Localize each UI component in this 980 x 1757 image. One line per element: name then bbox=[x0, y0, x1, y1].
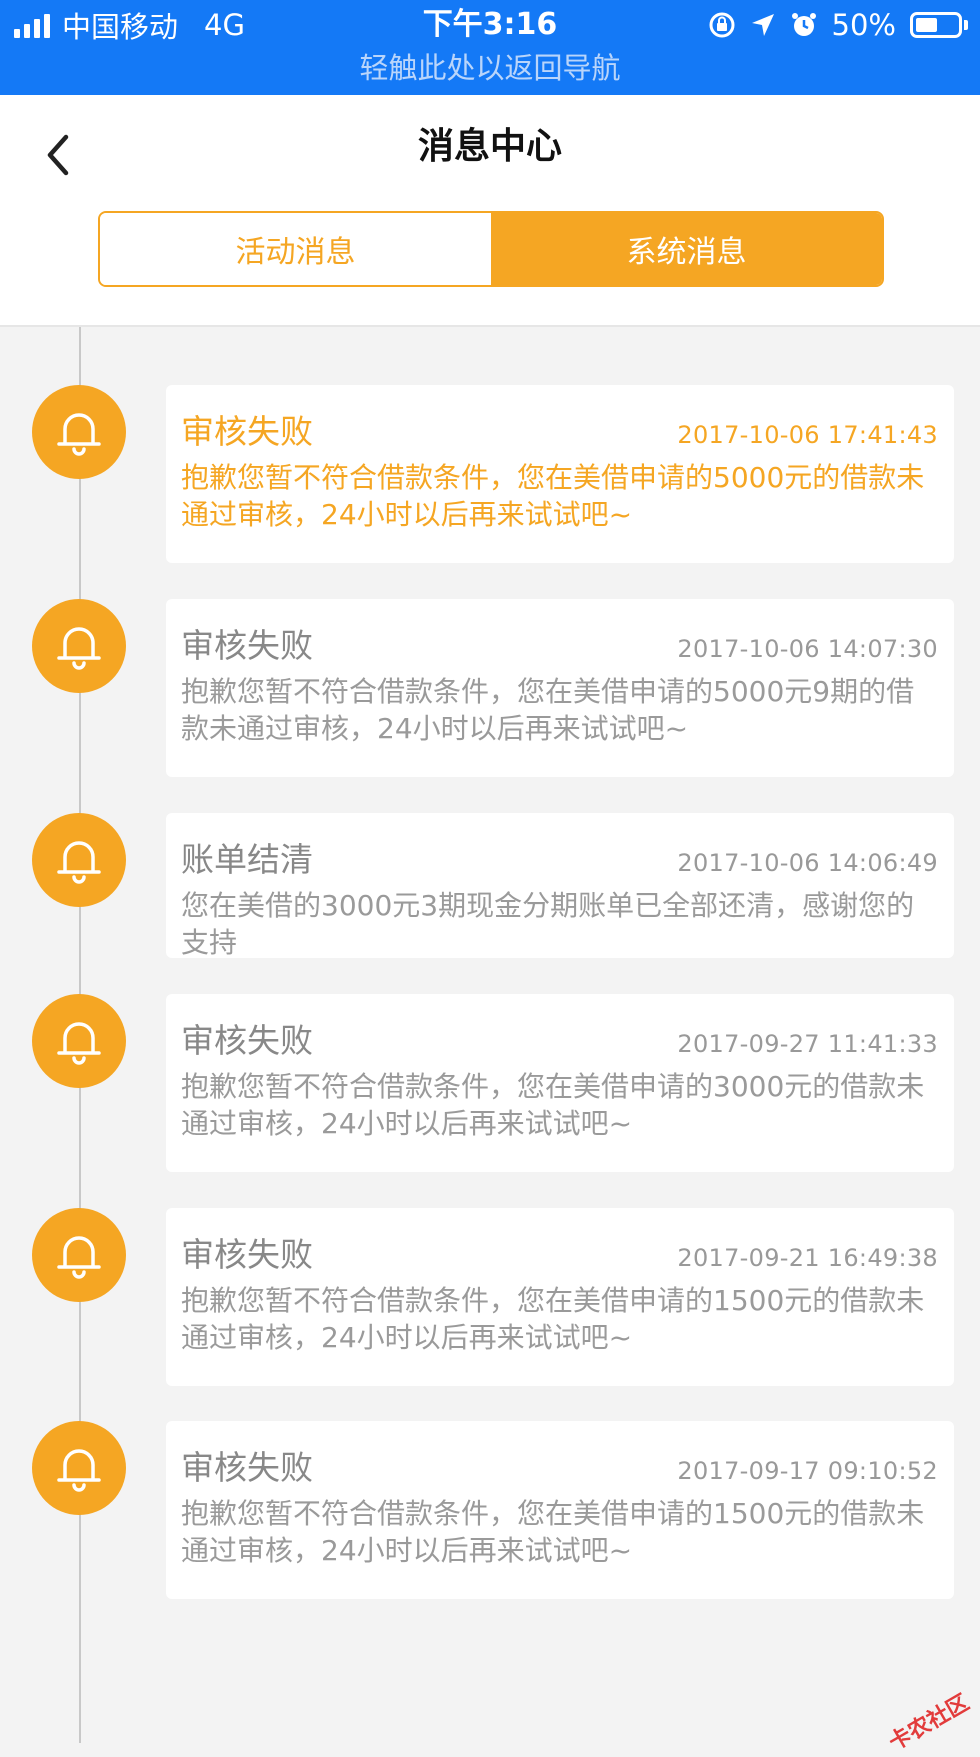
message-title: 审核失败 bbox=[181, 1448, 313, 1487]
battery-icon bbox=[910, 12, 962, 38]
alarm-icon bbox=[791, 13, 816, 36]
message-card[interactable]: 审核失败 2017-10-06 17:41:43 抱歉您暂不符合借款条件，您在美… bbox=[166, 385, 954, 563]
bell-icon bbox=[32, 994, 126, 1088]
status-right: 50% bbox=[708, 6, 968, 44]
page-title: 消息中心 bbox=[417, 126, 562, 167]
bell-icon bbox=[32, 1208, 126, 1302]
bell-icon bbox=[32, 813, 126, 907]
rotation-lock-icon bbox=[709, 12, 735, 38]
message-body: 您在美借的3000元3期现金分期账单已全部还清，感谢您的支持 bbox=[181, 889, 915, 959]
message-title: 审核失败 bbox=[181, 1235, 313, 1274]
message-card[interactable]: 审核失败 2017-09-21 16:49:38 抱歉您暂不符合借款条件，您在美… bbox=[166, 1208, 954, 1386]
message-title: 审核失败 bbox=[181, 1021, 313, 1060]
message-body: 抱歉您暂不符合借款条件，您在美借申请的5000元的借款未通过审核，24小时以后再… bbox=[181, 461, 925, 531]
nav-bar: 消息中心 活动消息 系统消息 bbox=[0, 95, 980, 327]
message-body: 抱歉您暂不符合借款条件，您在美借申请的1500元的借款未通过审核，24小时以后再… bbox=[181, 1497, 925, 1567]
message-time: 2017-09-27 11:41:33 bbox=[677, 1030, 938, 1058]
message-card[interactable]: 审核失败 2017-09-27 11:41:33 抱歉您暂不符合借款条件，您在美… bbox=[166, 994, 954, 1172]
return-to-nav-hint[interactable]: 轻触此处以返回导航 bbox=[0, 48, 980, 88]
status-bar: 中国移动 4G 下午3:16 50% 轻触此处以返回导航 bbox=[0, 0, 980, 95]
message-time: 2017-10-06 14:06:49 bbox=[677, 849, 938, 877]
location-arrow-icon bbox=[751, 14, 774, 36]
message-time: 2017-09-17 09:10:52 bbox=[677, 1457, 938, 1485]
message-body: 抱歉您暂不符合借款条件，您在美借申请的3000元的借款未通过审核，24小时以后再… bbox=[181, 1070, 925, 1140]
message-body: 抱歉您暂不符合借款条件，您在美借申请的1500元的借款未通过审核，24小时以后再… bbox=[181, 1284, 925, 1354]
tab-activity-messages[interactable]: 活动消息 bbox=[100, 213, 491, 285]
message-card[interactable]: 账单结清 2017-10-06 14:06:49 您在美借的3000元3期现金分… bbox=[166, 813, 954, 959]
message-body: 抱歉您暂不符合借款条件，您在美借申请的5000元9期的借款未通过审核，24小时以… bbox=[181, 675, 915, 745]
message-time: 2017-10-06 14:07:30 bbox=[677, 635, 938, 663]
tab-system-messages[interactable]: 系统消息 bbox=[491, 213, 882, 285]
battery-percent: 50% bbox=[831, 8, 896, 42]
message-title: 审核失败 bbox=[181, 412, 313, 451]
tab-switcher: 活动消息 系统消息 bbox=[98, 211, 884, 287]
bell-icon bbox=[32, 599, 126, 693]
message-title: 审核失败 bbox=[181, 626, 313, 665]
bell-icon bbox=[32, 1421, 126, 1515]
message-timeline: 审核失败 2017-10-06 17:41:43 抱歉您暂不符合借款条件，您在美… bbox=[0, 327, 980, 1743]
battery-tip bbox=[964, 20, 968, 30]
message-card[interactable]: 审核失败 2017-09-17 09:10:52 抱歉您暂不符合借款条件，您在美… bbox=[166, 1421, 954, 1599]
message-time: 2017-09-21 16:49:38 bbox=[677, 1244, 938, 1272]
message-card[interactable]: 审核失败 2017-10-06 14:07:30 抱歉您暂不符合借款条件，您在美… bbox=[166, 599, 954, 777]
bell-icon bbox=[32, 385, 126, 479]
message-time: 2017-10-06 17:41:43 bbox=[677, 421, 938, 449]
message-title: 账单结清 bbox=[181, 840, 313, 879]
